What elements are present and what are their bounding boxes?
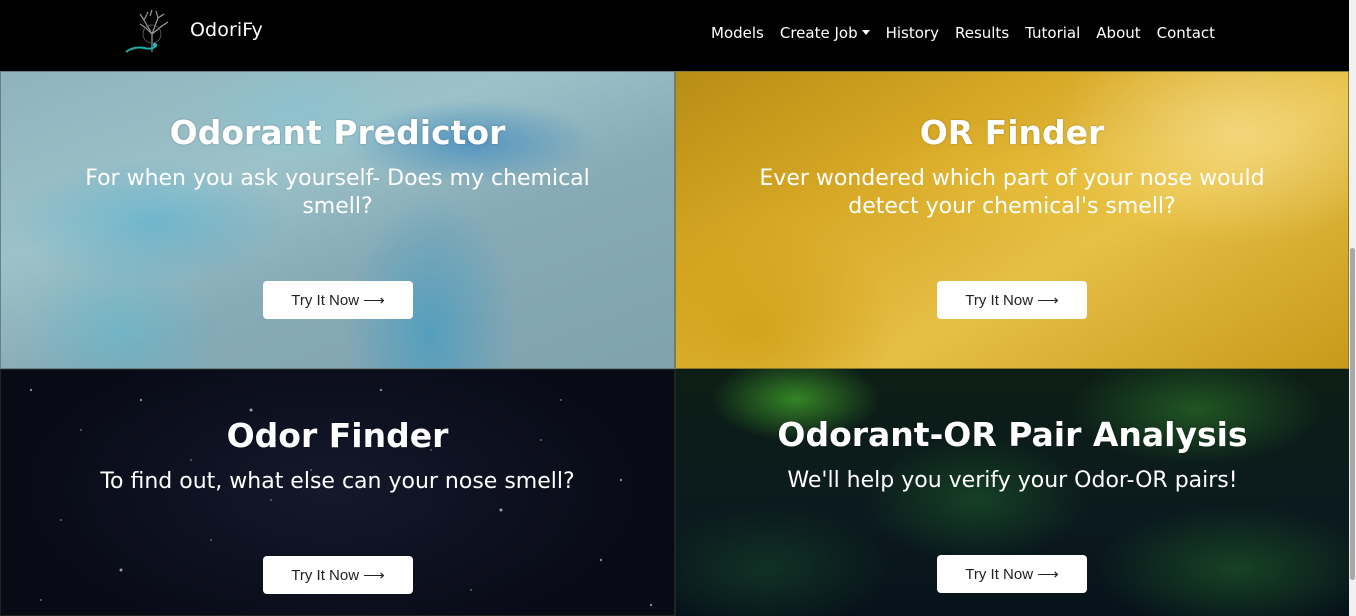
nav-create-job[interactable]: Create Job: [780, 24, 870, 42]
try-it-now-button[interactable]: Try It Now ⟶: [937, 555, 1087, 593]
brand-link[interactable]: OdoriFy: [122, 8, 263, 54]
nose-tree-logo-icon: [125, 9, 169, 53]
nav-history[interactable]: History: [886, 24, 939, 42]
nav-results[interactable]: Results: [955, 24, 1009, 42]
scrollbar-thumb[interactable]: [1350, 248, 1355, 580]
caret-down-icon: [861, 30, 870, 35]
card-odorant-or-pair-analysis: Odorant-OR Pair Analysis We'll help you …: [675, 369, 1349, 616]
card-subtitle: Ever wondered which part of your nose wo…: [759, 166, 1265, 219]
try-it-now-button[interactable]: Try It Now ⟶: [937, 281, 1087, 319]
card-subtitle: For when you ask yourself- Does my chemi…: [85, 166, 590, 219]
nav-tutorial[interactable]: Tutorial: [1025, 24, 1080, 42]
navbar: OdoriFy Models Create Job History Result…: [0, 0, 1349, 71]
nav-models[interactable]: Models: [711, 24, 764, 42]
nav-about[interactable]: About: [1096, 24, 1140, 42]
card-subtitle: To find out, what else can your nose sme…: [100, 469, 575, 494]
try-it-now-button[interactable]: Try It Now ⟶: [263, 556, 413, 594]
card-title: Odor Finder: [226, 416, 449, 455]
card-title: Odorant-OR Pair Analysis: [777, 415, 1248, 454]
nav-contact[interactable]: Contact: [1157, 24, 1215, 42]
brand-name: OdoriFy: [190, 19, 263, 41]
card-subtitle: We'll help you verify your Odor-OR pairs…: [787, 468, 1238, 493]
card-odor-finder: Odor Finder To find out, what else can y…: [0, 369, 675, 616]
page-scrollbar[interactable]: [1349, 0, 1356, 616]
card-title: OR Finder: [919, 113, 1105, 152]
nav-create-job-label: Create Job: [779, 24, 858, 42]
try-it-now-button[interactable]: Try It Now ⟶: [263, 281, 413, 319]
card-odorant-predictor: Odorant Predictor For when you ask yours…: [0, 71, 675, 369]
tool-cards-grid: Odorant Predictor For when you ask yours…: [0, 71, 1349, 616]
card-or-finder: OR Finder Ever wondered which part of yo…: [675, 71, 1349, 369]
card-title: Odorant Predictor: [169, 113, 506, 152]
main-nav: Models Create Job History Results Tutori…: [711, 22, 1231, 44]
